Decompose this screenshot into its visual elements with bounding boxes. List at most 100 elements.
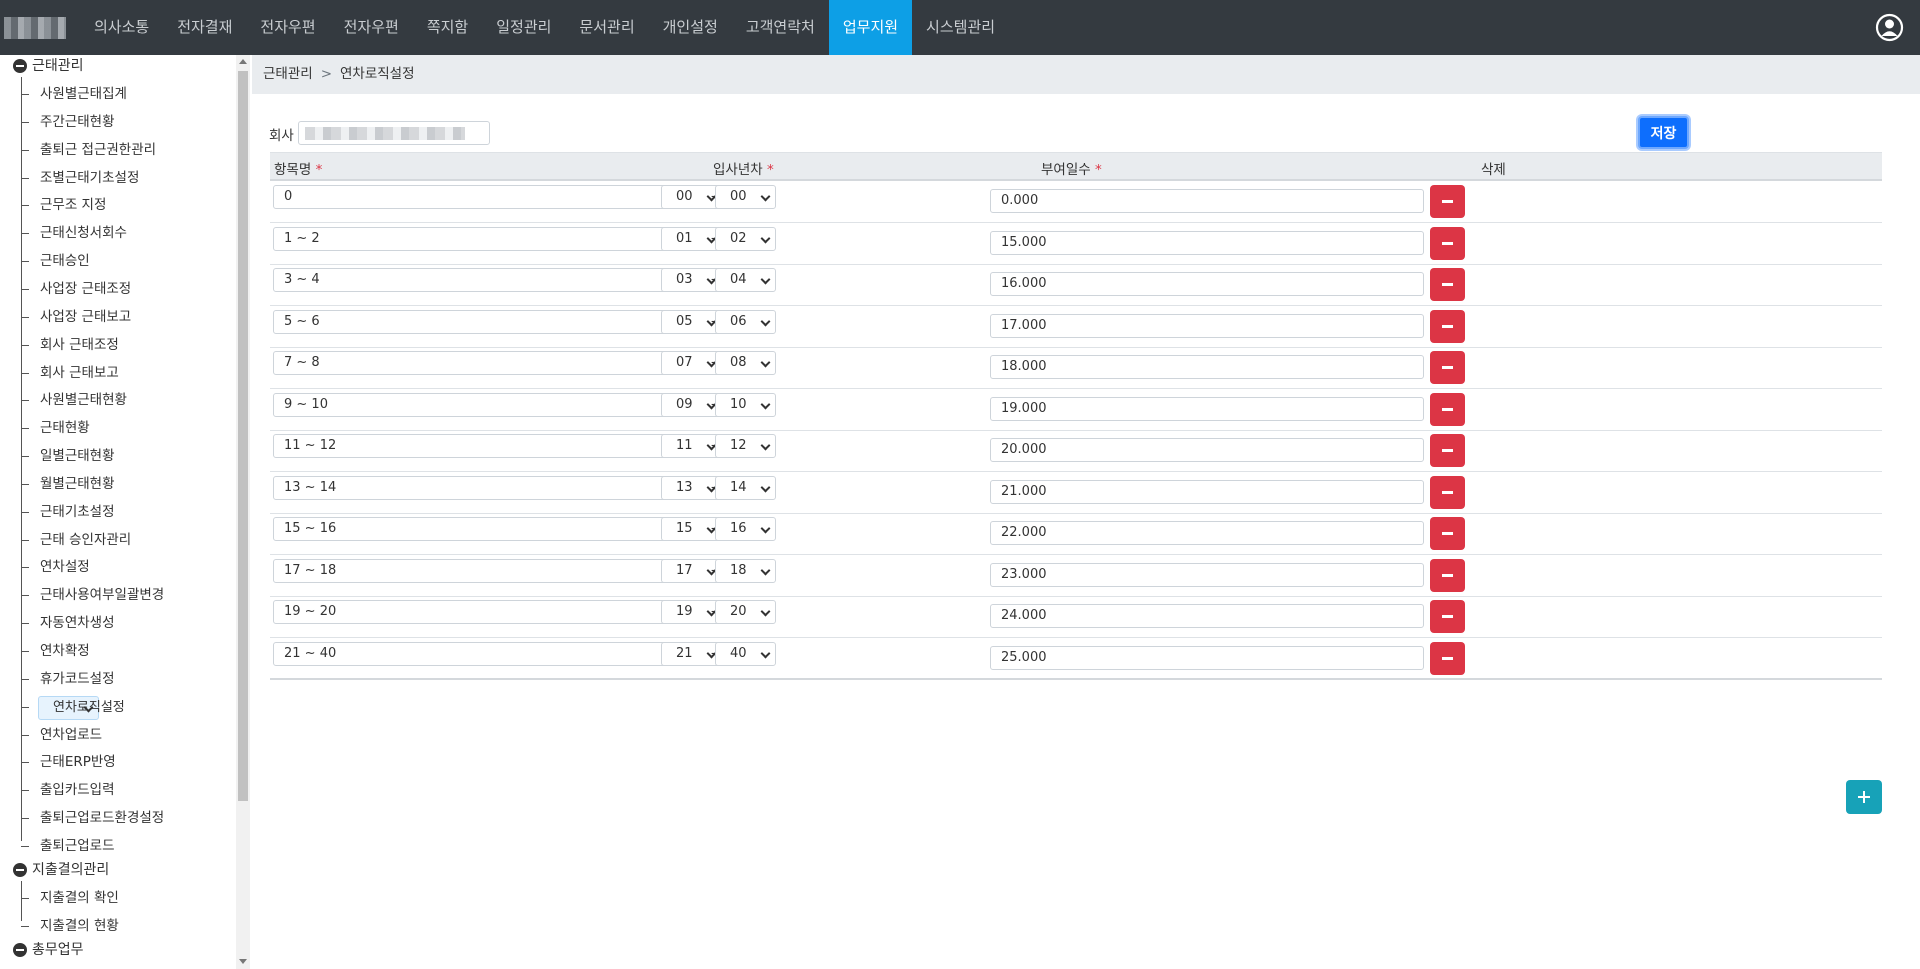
year-to-select[interactable]: 40 — [715, 641, 776, 666]
year-to-select[interactable]: 14 — [715, 475, 776, 500]
year-to-select[interactable]: 04 — [715, 268, 776, 292]
sidebar-item[interactable]: 사원별근태집계 — [38, 83, 129, 105]
granted-days-input[interactable]: 16.000 — [990, 272, 1424, 296]
sidebar-group-general-affairs[interactable]: 총무업무 — [13, 939, 84, 961]
year-to-select[interactable]: 00 — [715, 185, 776, 209]
granted-days-input[interactable]: 23.000 — [990, 562, 1424, 587]
sidebar-item[interactable]: 자동연차생성 — [38, 612, 117, 634]
delete-row-button[interactable] — [1430, 309, 1465, 343]
item-name-input[interactable]: 17 ~ 18 — [273, 558, 706, 583]
sidebar-item[interactable]: 지출결의 현황 — [38, 915, 121, 937]
item-name-input[interactable]: 11 ~ 12 — [273, 434, 706, 458]
breadcrumb-parent[interactable]: 근태관리 — [263, 66, 313, 82]
item-name-input[interactable]: 13 ~ 14 — [273, 475, 706, 500]
granted-days-input[interactable]: 17.000 — [990, 313, 1424, 338]
sidebar-item[interactable]: 출퇴근 접근권한관리 — [38, 139, 158, 161]
sidebar-item[interactable]: 근태현황 — [38, 417, 92, 439]
year-to-select[interactable]: 10 — [715, 392, 776, 417]
nav-item[interactable]: 시스템관리 — [912, 0, 1009, 55]
year-to-select[interactable]: 20 — [715, 600, 776, 624]
nav-item[interactable]: 쪽지함 — [413, 0, 482, 55]
delete-row-button[interactable] — [1430, 351, 1465, 384]
nav-item[interactable]: 전자우편 — [330, 0, 413, 55]
company-logo[interactable] — [4, 17, 66, 39]
sidebar-item[interactable]: 근무조 지정 — [38, 194, 108, 216]
item-name-input[interactable]: 19 ~ 20 — [273, 600, 706, 624]
nav-item[interactable]: 문서관리 — [565, 0, 648, 55]
sidebar-group-expense[interactable]: 지출결의관리 — [13, 859, 109, 881]
item-name-input[interactable]: 9 ~ 10 — [273, 392, 706, 417]
year-to-select[interactable]: 18 — [715, 558, 776, 583]
sidebar-item[interactable]: 지출결의 확인 — [38, 887, 121, 909]
sidebar-item[interactable]: 출입카드입력 — [38, 779, 117, 801]
nav-item[interactable]: 고객연락처 — [732, 0, 829, 55]
sidebar-item[interactable]: 연차로직설정 — [38, 695, 125, 720]
year-to-select[interactable]: 06 — [715, 309, 776, 334]
add-row-button[interactable] — [1846, 780, 1882, 814]
delete-row-button[interactable] — [1430, 268, 1465, 301]
delete-row-button[interactable] — [1430, 434, 1465, 467]
sidebar-item[interactable]: 근태 승인자관리 — [38, 529, 133, 551]
year-to-select[interactable]: 02 — [715, 226, 776, 251]
sidebar-item[interactable]: 근태ERP반영 — [38, 751, 118, 773]
item-name-input[interactable]: 3 ~ 4 — [273, 268, 706, 292]
sidebar-scrollbar-thumb[interactable] — [238, 71, 248, 801]
sidebar-group-attendance[interactable]: 근태관리 — [13, 55, 84, 77]
sidebar-item[interactable]: 근태사용여부일괄변경 — [38, 584, 166, 606]
sidebar-item[interactable]: 사업장 근태보고 — [38, 306, 133, 328]
sidebar-item[interactable]: 출퇴근업로드 — [38, 835, 117, 857]
item-name-input[interactable]: 7 ~ 8 — [273, 351, 706, 375]
item-name-input[interactable]: 1 ~ 2 — [273, 226, 706, 251]
delete-row-button[interactable] — [1430, 392, 1465, 426]
sidebar-item[interactable]: 휴가코드설정 — [38, 668, 117, 690]
nav-item[interactable]: 전자우편 — [246, 0, 329, 55]
nav-item[interactable]: 개인설정 — [649, 0, 732, 55]
nav-item[interactable]: 전자결재 — [163, 0, 246, 55]
save-button[interactable]: 저장 — [1638, 116, 1689, 149]
granted-days-input[interactable]: 25.000 — [990, 645, 1424, 670]
item-name-input[interactable]: 15 ~ 16 — [273, 517, 706, 541]
sidebar-item[interactable]: 조별근태기초설정 — [38, 167, 141, 189]
granted-days-input[interactable]: 20.000 — [990, 438, 1424, 462]
sidebar-item[interactable]: 출퇴근업로드환경설정 — [38, 807, 166, 829]
delete-row-button[interactable] — [1430, 226, 1465, 260]
delete-row-button[interactable] — [1430, 600, 1465, 633]
collapse-minus-icon[interactable] — [13, 862, 27, 877]
sidebar-item[interactable]: 근태승인 — [38, 250, 92, 272]
scroll-up-arrow-icon[interactable] — [239, 59, 247, 64]
user-circle-icon[interactable] — [1875, 13, 1904, 42]
granted-days-input[interactable]: 18.000 — [990, 355, 1424, 379]
collapse-minus-icon[interactable] — [13, 59, 27, 73]
sidebar-item[interactable]: 회사 근태보고 — [38, 362, 121, 384]
sidebar-item[interactable]: 회사 근태조정 — [38, 334, 121, 356]
nav-item[interactable]: 의사소통 — [80, 0, 163, 55]
nav-item[interactable]: 일정관리 — [482, 0, 565, 55]
sidebar-item[interactable]: 일별근태현황 — [38, 445, 117, 467]
year-to-select[interactable]: 16 — [715, 517, 776, 541]
sidebar-item[interactable]: 연차업로드 — [38, 724, 104, 746]
item-name-input[interactable]: 5 ~ 6 — [273, 309, 706, 334]
granted-days-input[interactable]: 15.000 — [990, 230, 1424, 255]
year-to-select[interactable]: 12 — [715, 434, 776, 458]
sidebar-item[interactable]: 월별근태현황 — [38, 473, 117, 495]
company-select[interactable] — [298, 121, 490, 145]
nav-item[interactable]: 업무지원 — [828, 0, 913, 55]
granted-days-input[interactable]: 19.000 — [990, 396, 1424, 421]
granted-days-input[interactable]: 0.000 — [990, 189, 1424, 213]
sidebar-item[interactable]: 주간근태현황 — [38, 111, 117, 133]
delete-row-button[interactable] — [1430, 517, 1465, 550]
granted-days-input[interactable]: 24.000 — [990, 604, 1424, 628]
scroll-down-arrow-icon[interactable] — [239, 959, 247, 964]
sidebar-item[interactable]: 근태신청서회수 — [38, 222, 129, 244]
sidebar-item[interactable]: 사원별근태현황 — [38, 389, 129, 411]
sidebar-item[interactable]: 연차확정 — [38, 640, 92, 662]
year-to-select[interactable]: 08 — [715, 351, 776, 375]
delete-row-button[interactable] — [1430, 185, 1465, 218]
item-name-input[interactable]: 21 ~ 40 — [273, 641, 706, 666]
delete-row-button[interactable] — [1430, 558, 1465, 592]
granted-days-input[interactable]: 21.000 — [990, 479, 1424, 504]
delete-row-button[interactable] — [1430, 641, 1465, 675]
sidebar-item[interactable]: 사업장 근태조정 — [38, 278, 133, 300]
sidebar-item[interactable]: 근태기초설정 — [38, 501, 117, 523]
granted-days-input[interactable]: 22.000 — [990, 521, 1424, 545]
